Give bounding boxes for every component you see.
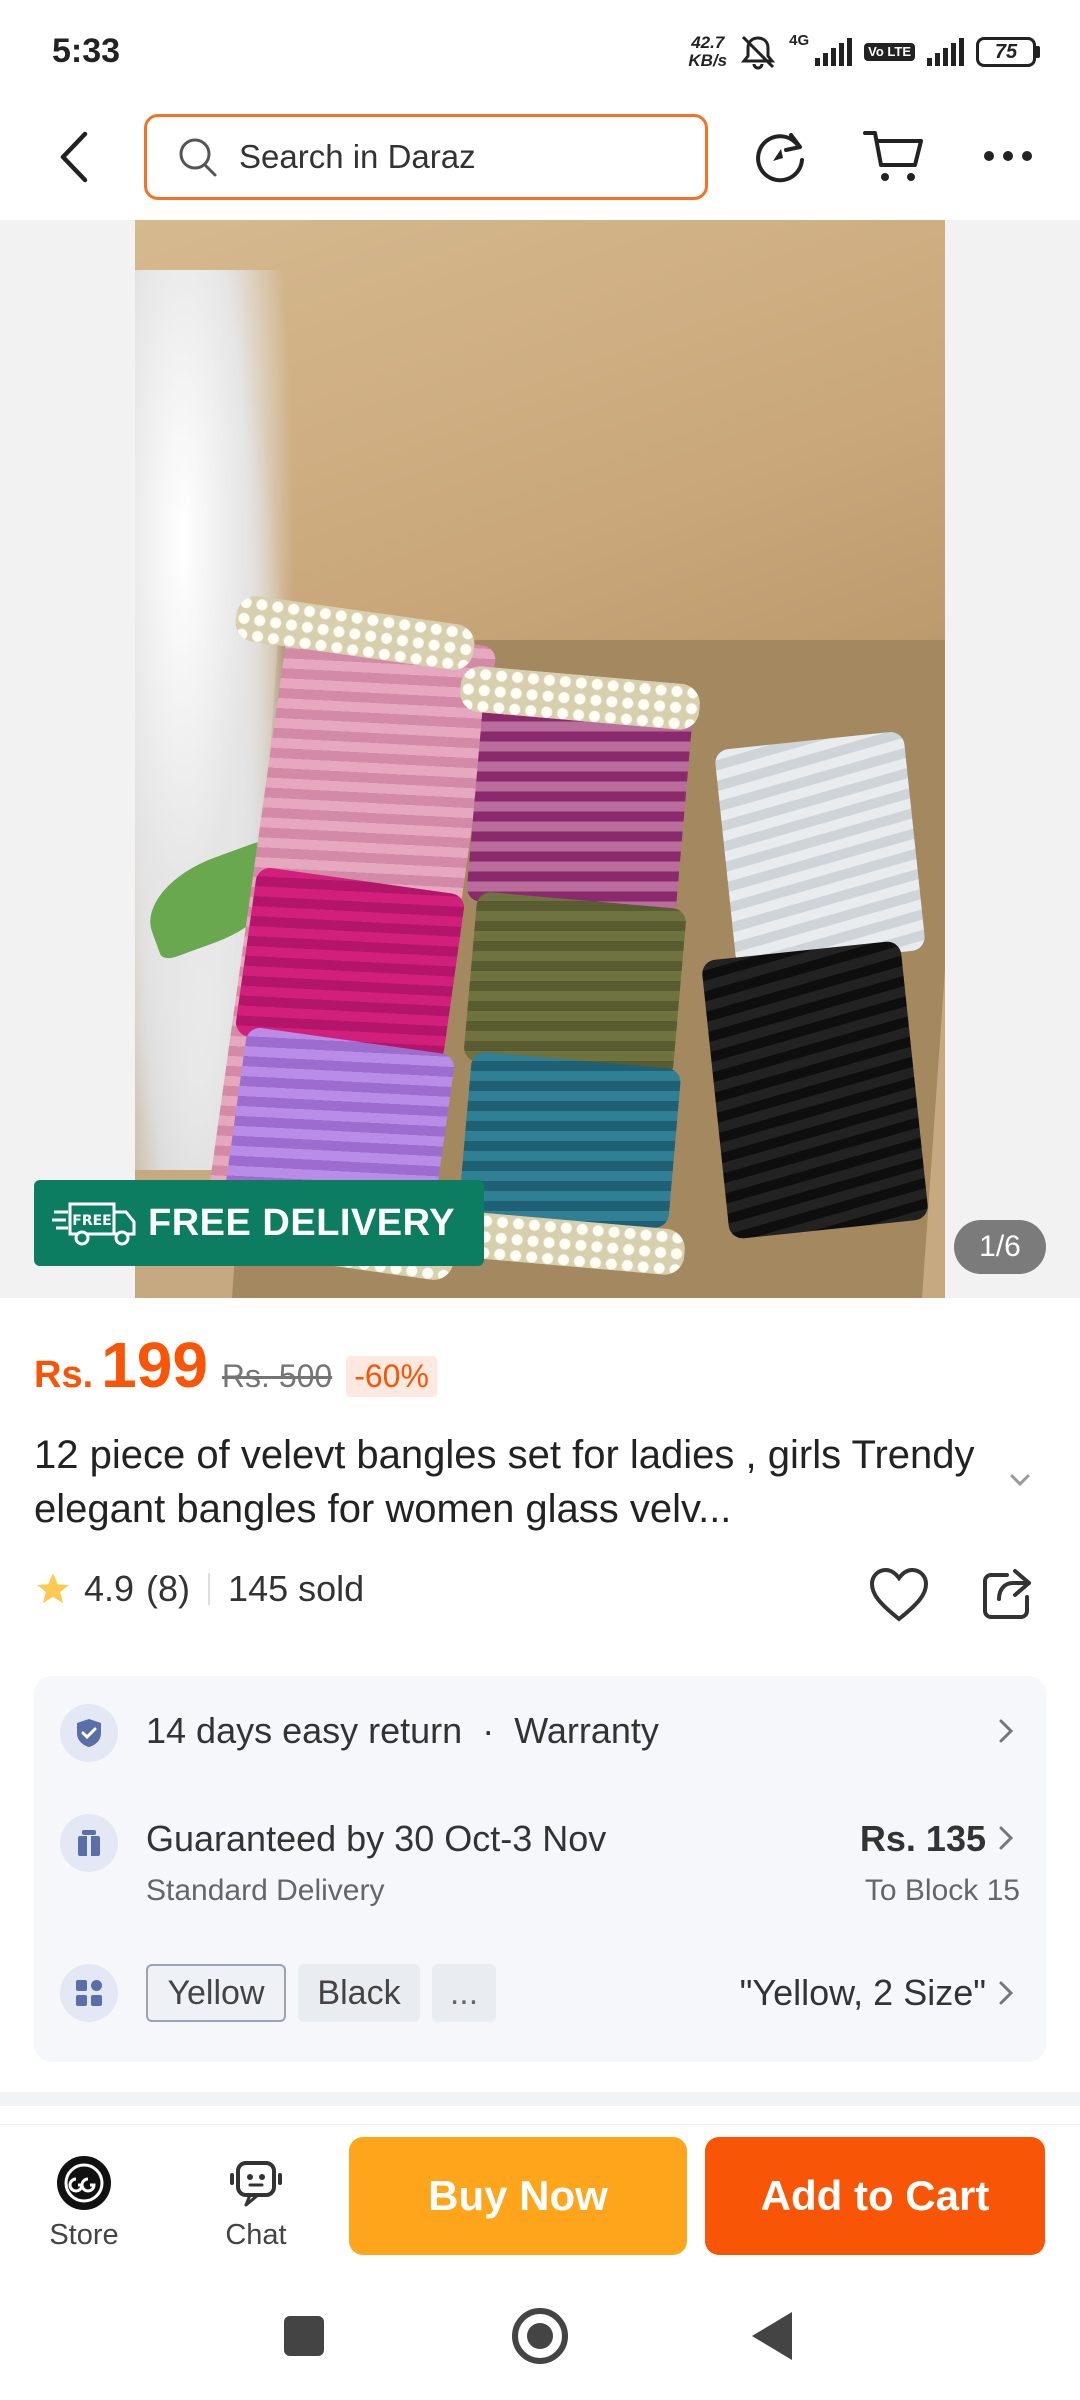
chevron-right-icon bbox=[998, 1820, 1022, 1856]
chat-bot-icon bbox=[230, 2161, 282, 2207]
share-icon bbox=[983, 1569, 1031, 1619]
volte-icon: Vo LTE bbox=[864, 43, 915, 61]
buy-now-button[interactable]: Buy Now bbox=[349, 2137, 687, 2255]
grid-icon bbox=[60, 1964, 118, 2022]
refresh-icon bbox=[756, 133, 804, 183]
more-icon bbox=[984, 151, 1032, 161]
cart-icon bbox=[863, 131, 923, 181]
network-type: 4G bbox=[789, 32, 810, 49]
selected-variant: "Yellow, 2 Size" bbox=[739, 1972, 986, 2013]
back-arrow-icon bbox=[60, 131, 88, 183]
network-speed: 42.7 KB/s bbox=[688, 34, 727, 70]
status-icons: 42.7 KB/s 4G Vo LTE 75 bbox=[688, 28, 1040, 76]
discount-badge: -60% bbox=[346, 1356, 437, 1397]
system-nav-bar bbox=[0, 2272, 1080, 2400]
chevron-right-icon bbox=[998, 1713, 1022, 1749]
product-gallery[interactable]: FREE FREE DELIVERY 1/6 bbox=[0, 220, 1080, 1298]
status-time: 5:33 bbox=[52, 32, 121, 70]
share-button[interactable] bbox=[972, 1560, 1042, 1630]
back-button[interactable] bbox=[44, 122, 104, 192]
variant-chip-black[interactable]: Black bbox=[298, 1964, 420, 2022]
status-bar: 5:33 42.7 KB/s 4G Vo LTE 75 bbox=[0, 0, 1080, 100]
system-back-button[interactable] bbox=[752, 2312, 792, 2360]
product-image bbox=[135, 220, 945, 1298]
mute-bell-icon bbox=[741, 35, 776, 70]
search-placeholder: Search in Daraz bbox=[239, 138, 476, 175]
store-button[interactable]: Store bbox=[24, 2155, 144, 2265]
return-row[interactable]: 14 days easy return · Warranty bbox=[34, 1676, 1046, 1786]
shield-check-icon bbox=[60, 1704, 118, 1762]
top-nav: Search in Daraz bbox=[0, 100, 1080, 220]
section-divider bbox=[0, 2092, 1080, 2106]
wishlist-button[interactable] bbox=[864, 1560, 934, 1630]
rating-value: 4.9 bbox=[84, 1568, 135, 1609]
info-card: 14 days easy return · Warranty Guarantee… bbox=[34, 1676, 1046, 2062]
delivery-row[interactable]: Guaranteed by 30 Oct-3 Nov Standard Deli… bbox=[34, 1788, 1046, 1918]
network-speed-unit: KB/s bbox=[688, 51, 728, 70]
product-title[interactable]: 12 piece of velevt bangles set for ladie… bbox=[34, 1428, 994, 1536]
more-button[interactable] bbox=[976, 124, 1040, 188]
current-price: 199 bbox=[101, 1329, 208, 1401]
expand-title-button[interactable] bbox=[1000, 1466, 1040, 1496]
add-to-cart-button[interactable]: Add to Cart bbox=[705, 2137, 1045, 2255]
chat-button[interactable]: Chat bbox=[196, 2155, 316, 2265]
bottom-action-bar: Store Chat Buy Now Add to Cart bbox=[0, 2124, 1080, 2272]
heart-icon bbox=[869, 1567, 929, 1622]
signal-icon-2 bbox=[927, 38, 964, 66]
home-button[interactable] bbox=[512, 2308, 568, 2364]
delivery-type: Standard Delivery bbox=[146, 1874, 385, 1907]
rating-row[interactable]: 4.9 (8) 145 sold bbox=[34, 1568, 364, 1610]
delivery-truck-icon: FREE bbox=[52, 1202, 136, 1246]
network-speed-value: 42.7 bbox=[691, 33, 725, 52]
recents-button[interactable] bbox=[284, 2316, 324, 2356]
variant-chip-more[interactable]: ... bbox=[432, 1964, 496, 2022]
price-currency: Rs. bbox=[34, 1354, 94, 1396]
sold-count: 145 sold bbox=[228, 1568, 365, 1609]
refresh-button[interactable] bbox=[748, 124, 812, 188]
chevron-right-icon bbox=[998, 1975, 1022, 2011]
store-logo-icon bbox=[57, 2156, 111, 2210]
image-counter: 1/6 bbox=[954, 1220, 1046, 1274]
delivery-price: Rs. 135 bbox=[859, 1818, 986, 1859]
search-icon bbox=[179, 138, 217, 177]
free-delivery-text: FREE DELIVERY bbox=[148, 1201, 456, 1244]
star-icon bbox=[37, 1573, 69, 1604]
free-delivery-badge: FREE FREE DELIVERY bbox=[34, 1180, 484, 1266]
delivery-destination: To Block 15 bbox=[864, 1874, 1020, 1907]
battery-level: 75 bbox=[976, 37, 1036, 67]
battery-icon: 75 bbox=[976, 37, 1040, 67]
return-text: 14 days easy return bbox=[146, 1710, 463, 1751]
return-policy: 14 days easy return · Warranty bbox=[146, 1710, 659, 1751]
price-row: Rs. 199 Rs. 500 -60% bbox=[34, 1328, 437, 1402]
gift-box-icon bbox=[60, 1814, 118, 1872]
variant-chip-yellow[interactable]: Yellow bbox=[146, 1964, 286, 2022]
store-label: Store bbox=[49, 2219, 119, 2251]
chat-label: Chat bbox=[225, 2219, 287, 2251]
warranty-text: Warranty bbox=[514, 1710, 659, 1751]
signal-icon bbox=[815, 38, 853, 66]
search-input[interactable]: Search in Daraz bbox=[144, 114, 708, 200]
chevron-down-icon bbox=[1010, 1474, 1030, 1487]
divider bbox=[208, 1573, 211, 1605]
truck-label: FREE bbox=[72, 1213, 111, 1229]
original-price: Rs. 500 bbox=[221, 1358, 333, 1394]
rating-count: (8) bbox=[146, 1568, 191, 1609]
variant-row[interactable]: Yellow Black ... "Yellow, 2 Size" bbox=[34, 1938, 1046, 2048]
cart-button[interactable] bbox=[862, 124, 926, 188]
delivery-guarantee: Guaranteed by 30 Oct-3 Nov bbox=[146, 1818, 607, 1859]
